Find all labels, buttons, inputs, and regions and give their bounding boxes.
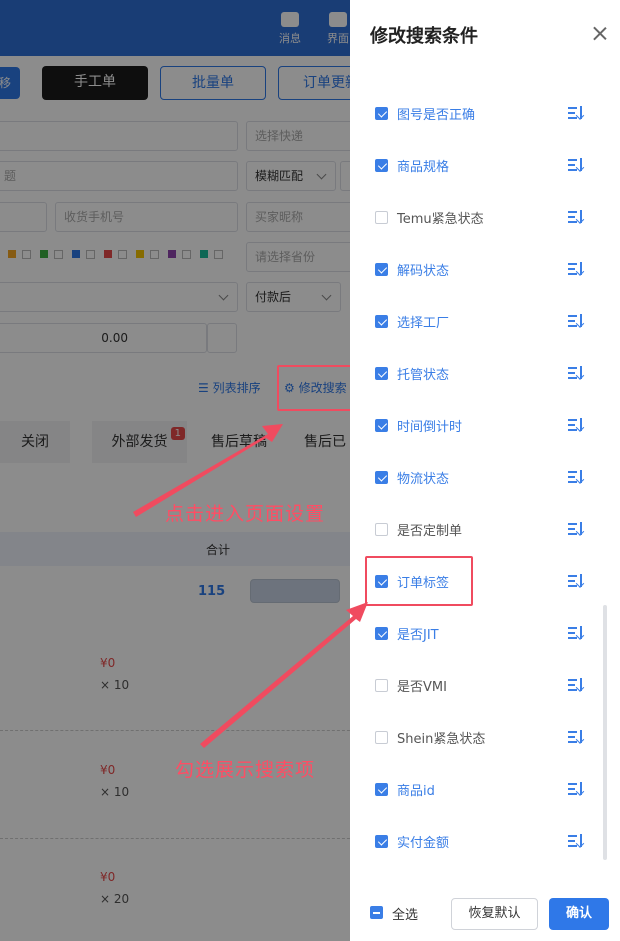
- condition-label: 商品id: [397, 784, 435, 799]
- drag-sort-icon[interactable]: [568, 418, 584, 432]
- condition-checkbox[interactable]: [375, 679, 388, 692]
- condition-label: Temu紧急状态: [397, 212, 484, 227]
- drag-sort-icon[interactable]: [568, 314, 584, 328]
- condition-checkbox[interactable]: [375, 835, 388, 848]
- drag-sort-icon[interactable]: [568, 262, 584, 276]
- condition-checkbox[interactable]: [375, 731, 388, 744]
- drag-sort-icon[interactable]: [568, 366, 584, 380]
- search-condition-item[interactable]: 选择工厂: [350, 295, 620, 347]
- condition-label: 商品规格: [397, 160, 450, 175]
- reset-default-button[interactable]: 恢复默认: [451, 898, 538, 930]
- search-condition-item[interactable]: 是否VMI: [350, 659, 620, 711]
- search-condition-item[interactable]: 解码状态: [350, 243, 620, 295]
- condition-checkbox[interactable]: [375, 419, 388, 432]
- search-condition-list: 图号是否正确 商品规格 Temu紧急状态 解码状态选择工厂托管状态时间倒计时物流状态是…: [350, 87, 620, 867]
- condition-label: 解码状态: [397, 264, 450, 279]
- condition-label: 时间倒计时: [397, 420, 463, 435]
- condition-label: Shein紧急状态: [397, 732, 486, 747]
- scrollbar[interactable]: [603, 605, 607, 860]
- drag-sort-icon[interactable]: [568, 522, 584, 536]
- condition-checkbox[interactable]: [375, 315, 388, 328]
- condition-label: 图号是否正确: [397, 108, 476, 123]
- condition-checkbox[interactable]: [375, 471, 388, 484]
- drag-sort-icon[interactable]: [568, 158, 584, 172]
- select-all-checkbox[interactable]: [370, 906, 383, 919]
- edit-search-conditions-drawer: 修改搜索条件 图号是否正确 商品规格 Temu紧急状态 解码状态选择工厂托管状态时间倒…: [350, 0, 620, 941]
- select-all-label: 全选: [392, 908, 419, 923]
- highlight-order-tag: [365, 556, 473, 606]
- drag-sort-icon[interactable]: [568, 834, 584, 848]
- condition-checkbox[interactable]: [375, 211, 388, 224]
- highlight-edit-search: [277, 365, 360, 411]
- search-condition-item[interactable]: 时间倒计时: [350, 399, 620, 451]
- condition-label: 是否JIT: [397, 628, 439, 643]
- click-hint-text: 点击进入页面设置: [165, 503, 326, 525]
- condition-label: 选择工厂: [397, 316, 450, 331]
- search-condition-item[interactable]: 商品规格: [350, 139, 620, 191]
- search-condition-item[interactable]: 物流状态: [350, 451, 620, 503]
- search-condition-item[interactable]: 商品id: [350, 763, 620, 815]
- search-condition-item[interactable]: 托管状态: [350, 347, 620, 399]
- condition-label: 是否定制单: [397, 524, 463, 539]
- drag-sort-icon[interactable]: [568, 782, 584, 796]
- condition-label: 托管状态: [397, 368, 450, 383]
- drawer-title: 修改搜索条件: [370, 26, 478, 47]
- condition-checkbox[interactable]: [375, 107, 388, 120]
- check-hint-text: 勾选展示搜索项: [175, 759, 316, 781]
- condition-label: 物流状态: [397, 472, 450, 487]
- condition-label: 是否VMI: [397, 680, 447, 695]
- close-icon[interactable]: [590, 24, 610, 44]
- drag-sort-icon[interactable]: [568, 210, 584, 224]
- search-condition-item[interactable]: 是否JIT: [350, 607, 620, 659]
- condition-label: 实付金额: [397, 836, 450, 851]
- search-condition-item[interactable]: 实付金额: [350, 815, 620, 867]
- drag-sort-icon[interactable]: [568, 678, 584, 692]
- condition-checkbox[interactable]: [375, 627, 388, 640]
- search-condition-item[interactable]: Temu紧急状态: [350, 191, 620, 243]
- condition-checkbox[interactable]: [375, 263, 388, 276]
- condition-checkbox[interactable]: [375, 367, 388, 380]
- condition-checkbox[interactable]: [375, 523, 388, 536]
- drag-sort-icon[interactable]: [568, 626, 584, 640]
- drag-sort-icon[interactable]: [568, 470, 584, 484]
- condition-checkbox[interactable]: [375, 783, 388, 796]
- drag-sort-icon[interactable]: [568, 574, 584, 588]
- drawer-footer: 全选 恢复默认 确认: [350, 880, 620, 941]
- drag-sort-icon[interactable]: [568, 730, 584, 744]
- confirm-button[interactable]: 确认: [549, 898, 609, 930]
- search-condition-item[interactable]: 图号是否正确: [350, 87, 620, 139]
- condition-checkbox[interactable]: [375, 159, 388, 172]
- search-condition-item[interactable]: 是否定制单: [350, 503, 620, 555]
- search-condition-item[interactable]: Shein紧急状态: [350, 711, 620, 763]
- drag-sort-icon[interactable]: [568, 106, 584, 120]
